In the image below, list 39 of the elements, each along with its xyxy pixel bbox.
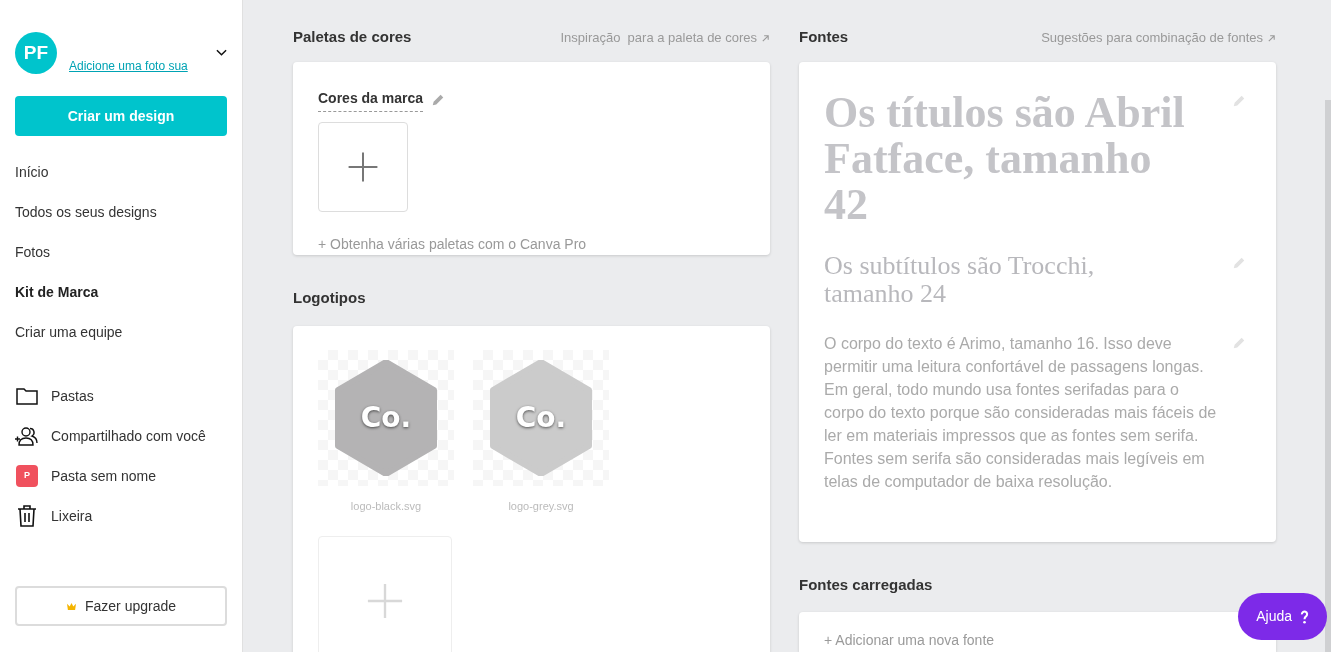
section-title: Logotipos	[293, 288, 367, 308]
folder-item[interactable]: Compartilhado com você	[51, 425, 206, 447]
nav-item[interactable]: Todos os seus designs	[15, 192, 227, 232]
nav-item[interactable]: Criar uma equipe	[15, 312, 227, 352]
folder-item[interactable]: Lixeira	[51, 505, 93, 527]
folder-item[interactable]: Pasta sem nome	[51, 465, 157, 487]
section-title: Paletas de cores	[293, 27, 412, 47]
folder-badge: P	[16, 465, 38, 487]
upgrade-button[interactable]: Fazer upgrade	[15, 586, 227, 626]
file-name: logo-black.svg	[350, 498, 422, 514]
trash-icon	[17, 505, 37, 527]
external-link-icon	[1267, 34, 1276, 44]
nav-item[interactable]: Início	[15, 152, 227, 192]
file-name: logo-grey.svg	[508, 498, 574, 514]
chevron-down-icon[interactable]	[216, 49, 227, 57]
add-logo-button[interactable]	[318, 536, 452, 652]
plus-icon	[366, 582, 404, 620]
logo-text: Co.	[360, 399, 412, 436]
pencil-icon[interactable]	[1232, 94, 1246, 108]
add-color-button[interactable]	[318, 122, 408, 212]
people-icon	[15, 426, 39, 446]
external-link-icon	[761, 34, 770, 44]
plus-icon	[347, 151, 379, 183]
pencil-icon[interactable]	[1232, 336, 1246, 350]
folder-item[interactable]: Pastas	[51, 385, 94, 407]
nav-item[interactable]: Kit de Marca	[15, 272, 227, 312]
nav-item[interactable]: Fotos	[15, 232, 227, 272]
scrollbar-thumb[interactable]	[1325, 100, 1331, 652]
crown-icon	[65, 601, 77, 611]
pencil-icon[interactable]	[1232, 256, 1246, 270]
section-title: Fontes carregadas	[799, 574, 934, 595]
help-button[interactable]: Ajuda	[1238, 593, 1327, 640]
question-mark-icon	[1300, 609, 1309, 624]
section-title: Fontes	[799, 27, 849, 47]
folder-icon	[16, 387, 38, 405]
palette-name[interactable]: Cores da marca	[318, 88, 424, 112]
add-photo-link[interactable]: Adicione uma foto sua	[69, 57, 188, 75]
logo-text: Co.	[515, 399, 567, 436]
pencil-icon[interactable]	[431, 93, 446, 107]
